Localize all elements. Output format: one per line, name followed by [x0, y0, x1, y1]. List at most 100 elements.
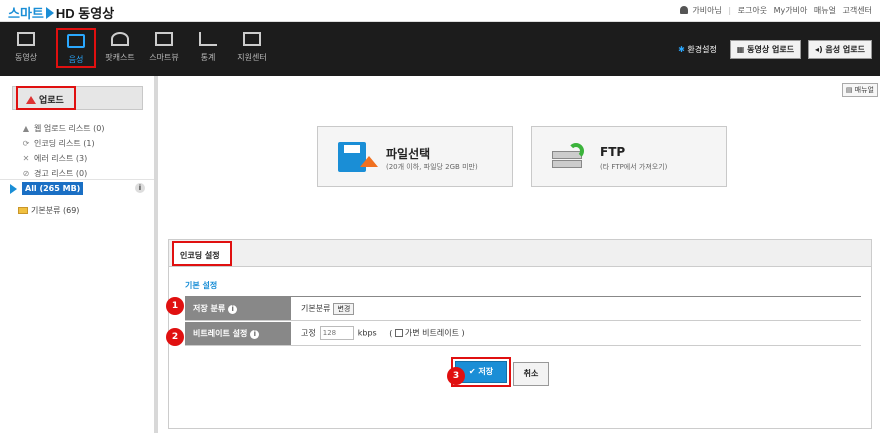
ftp-card[interactable]: FTP (타 FTP에서 가져오기): [531, 126, 727, 187]
list-item-label: 경고 리스트 (0): [34, 169, 88, 178]
document-icon: ▤: [845, 86, 853, 94]
manual-button[interactable]: ▤ 매뉴얼: [841, 83, 878, 97]
logout-link[interactable]: 로그아웃: [738, 6, 767, 15]
toolbar-buttons: ✱ 환경설정 ▦ 동영상 업로드 ◂) 음성 업로드: [678, 40, 872, 59]
info-icon[interactable]: i: [250, 330, 260, 339]
manual-button-label: 매뉴얼: [854, 86, 874, 94]
nav-podcast-label: 팟캐스트: [105, 53, 135, 62]
close-icon: ✕: [22, 154, 30, 163]
file-select-subtitle: (20개 이하, 파일당 2GB 미만): [386, 163, 478, 171]
list-item-label: 웹 업로드 리스트 (0): [34, 124, 105, 133]
brand-logo[interactable]: 스마트 HD 동영상: [8, 3, 114, 22]
storage-category-label: 저장 분류 i: [185, 297, 291, 320]
nav-podcast[interactable]: 팟캐스트: [100, 28, 140, 68]
step-badge-2: 2: [166, 328, 184, 346]
bitrate-value: 고정 kbps ( 가변 비트레이트 ): [301, 326, 465, 340]
variable-bitrate-label: 가변 비트레이트: [404, 328, 459, 338]
sidebar-divider: [0, 179, 154, 180]
nav-support[interactable]: 지원센터: [232, 28, 272, 68]
brand-smart: 스마트: [8, 6, 44, 21]
step-badge-1: 1: [166, 297, 184, 315]
brand-rest: HD 동영상: [55, 6, 115, 21]
paren-close: ): [461, 328, 465, 338]
film-icon: [17, 32, 35, 46]
top-bar: 스마트 HD 동영상 가비아님 | 로그아웃 My가비아 매뉴얼 고객센터: [0, 0, 880, 22]
file-select-title: 파일선택: [386, 147, 431, 161]
user-icon: [680, 6, 689, 14]
bitrate-label-text: 비트레이트 설정: [193, 329, 248, 338]
ftp-subtitle: (타 FTP에서 가져오기): [600, 163, 668, 171]
bitrate-row: 비트레이트 설정i 고정 kbps ( 가변 비트레이트 ): [185, 322, 861, 346]
list-item-label: 인코딩 리스트 (1): [34, 139, 95, 148]
storage-category-label-text: 저장 분류: [193, 304, 226, 313]
separator: |: [728, 6, 732, 15]
floppy-upload-icon: [338, 142, 378, 172]
storage-category-row: 저장 분류 i 기본분류 변경: [185, 297, 861, 321]
list-item[interactable]: ▲ 웹 업로드 리스트 (0): [22, 121, 105, 136]
top-links: 가비아님 | 로그아웃 My가비아 매뉴얼 고객센터: [676, 5, 872, 16]
step-badge-3: 3: [447, 367, 465, 385]
cancel-button[interactable]: 취소: [513, 362, 549, 386]
up-arrow-icon: [26, 96, 36, 104]
nav-video[interactable]: 동영상: [6, 28, 46, 68]
save-label: 저장: [478, 367, 494, 376]
storage-category-value: 기본분류 변경: [301, 303, 355, 315]
bitrate-input[interactable]: [319, 326, 354, 340]
info-icon[interactable]: i: [228, 305, 238, 314]
fixed-label: 고정: [301, 328, 316, 338]
up-arrow-icon: ▲: [22, 124, 30, 133]
nav-audio-label: 음성: [68, 55, 84, 64]
paren-open: (: [389, 328, 393, 338]
main-nav: 동영상 음성 팟캐스트 스마트뷰 통계 지원센터 ✱ 환경설정 ▦ 동영상 업로…: [0, 22, 880, 76]
storage-category-value-text: 기본분류: [301, 304, 331, 313]
chart-icon: [199, 32, 217, 46]
audio-upload-button[interactable]: ◂) 음성 업로드: [807, 40, 872, 59]
triangle-icon: [10, 184, 17, 194]
upload-sublist: ▲ 웹 업로드 리스트 (0) ⟳ 인코딩 리스트 (1) ✕ 에러 리스트 (3) …: [22, 121, 105, 181]
refresh-icon: ⟳: [22, 139, 30, 148]
main-content: ▤ 매뉴얼 파일선택 (20개 이하, 파일당 2GB 미만) FTP (타 F…: [160, 76, 880, 433]
monitor-icon: [155, 32, 173, 46]
video-upload-button[interactable]: ▦ 동영상 업로드: [729, 40, 802, 59]
info-icon[interactable]: i: [135, 183, 145, 193]
gear-icon: ✱: [678, 45, 685, 54]
nav-smartview-label: 스마트뷰: [149, 53, 179, 62]
env-settings[interactable]: ✱ 환경설정: [678, 45, 717, 54]
upload-label: 업로드: [39, 96, 64, 106]
file-select-card[interactable]: 파일선택 (20개 이하, 파일당 2GB 미만): [317, 126, 513, 187]
support-link[interactable]: 고객센터: [843, 6, 872, 15]
audio-upload-label: 음성 업로드: [825, 45, 865, 54]
section-title: 기본 설정: [185, 281, 218, 290]
nav-smartview[interactable]: 스마트뷰: [144, 28, 184, 68]
film-icon: ▦: [736, 45, 745, 54]
speaker-icon: ◂): [814, 45, 823, 54]
upload-button[interactable]: 업로드: [16, 86, 76, 110]
list-item-label: 에러 리스트 (3): [34, 154, 88, 163]
nav-video-label: 동영상: [14, 53, 38, 62]
video-upload-label: 동영상 업로드: [747, 45, 795, 54]
my-gabia-link[interactable]: My가비아: [774, 6, 808, 15]
list-item[interactable]: ⟳ 인코딩 리스트 (1): [22, 136, 104, 151]
nav-stats[interactable]: 통계: [188, 28, 228, 68]
list-item[interactable]: ✕ 에러 리스트 (3): [22, 151, 104, 166]
nav-support-label: 지원센터: [237, 53, 267, 62]
all-category[interactable]: All (265 MB) i: [10, 182, 145, 196]
folder-icon: [18, 207, 28, 214]
user-name: 가비아님: [692, 6, 722, 15]
all-label: All (265 MB): [22, 182, 84, 195]
folder-default[interactable]: 기본분류 (69): [18, 205, 79, 216]
ftp-transfer-icon: [552, 143, 586, 169]
variable-bitrate-checkbox[interactable]: [394, 328, 403, 337]
env-settings-label: 환경설정: [687, 45, 717, 54]
kbps-unit: kbps: [357, 328, 377, 338]
sidebar: 업로드 ▲ 웹 업로드 리스트 (0) ⟳ 인코딩 리스트 (1) ✕ 에러 리스트 …: [0, 76, 158, 433]
encoding-settings-panel: 인코딩 설정 기본 설정 저장 분류i 기본분류변경 비트레이트 설정i 고정k…: [168, 239, 872, 429]
change-category-button[interactable]: 변경: [333, 303, 355, 315]
nav-stats-label: 통계: [200, 53, 216, 62]
nav-audio[interactable]: 음성: [56, 28, 96, 68]
tab-row: 인코딩 설정: [169, 240, 871, 267]
tab-encoding-settings[interactable]: 인코딩 설정: [172, 241, 232, 266]
manual-link[interactable]: 매뉴얼: [814, 6, 836, 15]
folder-label: 기본분류 (69): [31, 206, 80, 215]
ftp-title: FTP: [600, 145, 626, 159]
